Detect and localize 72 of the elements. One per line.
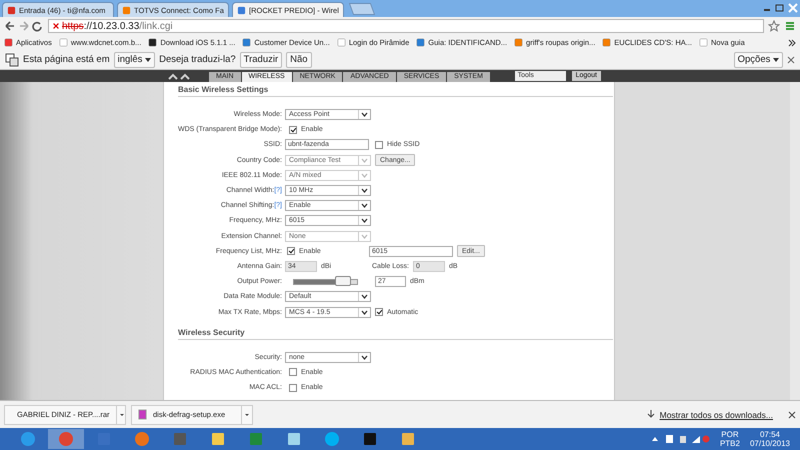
menu-icon[interactable] xyxy=(784,20,796,32)
chevron-down-icon xyxy=(358,308,370,317)
tab-favicon-icon xyxy=(7,6,16,14)
bookmark-icon xyxy=(514,38,524,47)
insecure-icon xyxy=(52,22,60,30)
file-icon xyxy=(138,409,147,420)
language-dropdown[interactable]: inglês xyxy=(114,52,156,68)
bookmark-icon xyxy=(602,38,612,47)
address-bar[interactable]: https://10.23.0.33/link.cgi xyxy=(48,19,764,33)
bookmark-icon xyxy=(699,38,708,47)
chevron-down-icon xyxy=(358,170,370,180)
bookmark-icon xyxy=(242,38,252,47)
caret-icon xyxy=(145,58,152,62)
star-icon[interactable] xyxy=(768,20,780,32)
caret-icon[interactable] xyxy=(241,406,252,424)
bookmark-icon xyxy=(416,38,426,47)
decline-button[interactable]: Não xyxy=(286,52,312,68)
app-icon xyxy=(134,431,150,447)
chevron-down-icon xyxy=(358,292,370,302)
show-all-downloads-link[interactable]: Mostrar todos os downloads... xyxy=(660,410,773,420)
keyboard-layout[interactable]: PTB2 xyxy=(720,439,740,448)
caret-icon xyxy=(773,58,779,62)
checkbox[interactable] xyxy=(289,368,297,376)
chevron-down-icon xyxy=(358,201,370,210)
translate-icon xyxy=(5,52,19,66)
close-icon[interactable] xyxy=(788,410,796,418)
app-icon xyxy=(20,431,36,447)
checkbox[interactable] xyxy=(375,140,383,149)
bookmark-icon xyxy=(58,38,68,47)
navigation-icon[interactable] xyxy=(4,20,44,32)
bookmark-icon xyxy=(336,38,346,47)
chevron-down-icon xyxy=(358,352,370,362)
app-icon xyxy=(210,431,226,447)
tab-favicon-icon xyxy=(237,6,246,14)
clock-date[interactable]: 07/10/2013 xyxy=(750,439,790,448)
new-tab-button[interactable] xyxy=(348,3,376,15)
language-indicator[interactable]: POR xyxy=(721,430,739,439)
app-icon xyxy=(362,431,378,447)
checkbox[interactable] xyxy=(375,308,383,316)
scrollbar[interactable] xyxy=(790,82,800,400)
clock-time[interactable]: 07:54 xyxy=(760,430,780,439)
translate-message: Esta página está em xyxy=(23,54,110,65)
tab-favicon-icon xyxy=(122,6,131,14)
system-tray-icon[interactable] xyxy=(650,434,710,444)
checkbox[interactable] xyxy=(287,247,295,256)
caret-icon[interactable] xyxy=(116,406,127,424)
bookmark-icon xyxy=(148,38,158,47)
slider-thumb[interactable] xyxy=(334,276,351,286)
app-icon xyxy=(400,431,416,447)
translate-question: Deseja traduzi-la? xyxy=(159,54,236,65)
chevron-down-icon xyxy=(358,156,370,165)
window-controls-icon[interactable] xyxy=(762,3,800,13)
checkbox[interactable] xyxy=(289,126,297,134)
section-title: Basic Wireless Settings xyxy=(178,85,613,97)
close-icon[interactable] xyxy=(787,56,795,64)
chevron-down-icon xyxy=(358,186,370,196)
app-icon xyxy=(324,431,340,447)
section-title: Wireless Security xyxy=(178,328,613,340)
chevron-down-icon xyxy=(358,232,370,241)
more-bookmarks-icon[interactable] xyxy=(788,38,796,46)
checkbox[interactable] xyxy=(289,384,297,392)
translate-button[interactable]: Traduzir xyxy=(240,52,282,68)
app-icon xyxy=(172,431,188,447)
power-slider[interactable] xyxy=(293,278,358,285)
options-button[interactable]: Opções xyxy=(734,52,783,68)
app-icon xyxy=(248,431,264,447)
chevron-down-icon xyxy=(358,216,370,226)
app-icon xyxy=(58,431,74,447)
bookmark-icon xyxy=(4,38,13,47)
chevron-down-icon xyxy=(358,110,370,120)
app-icon xyxy=(286,431,302,447)
download-icon xyxy=(646,410,655,419)
